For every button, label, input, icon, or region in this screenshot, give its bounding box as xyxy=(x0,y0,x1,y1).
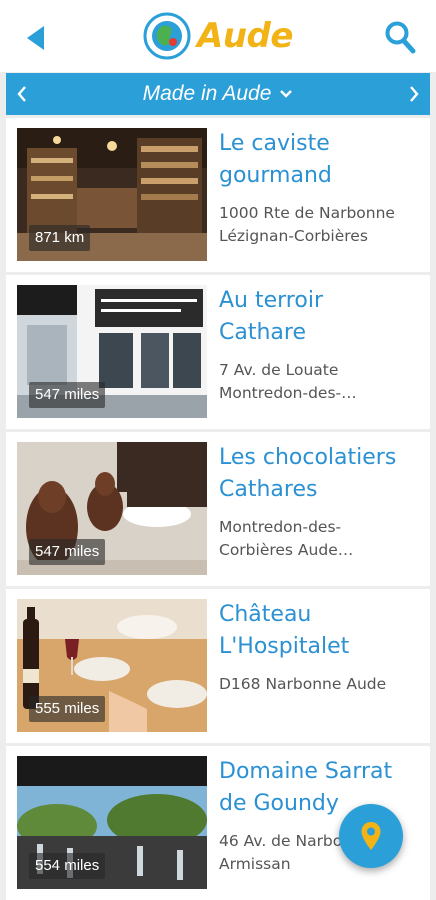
search-icon xyxy=(385,21,416,54)
place-title-line: Château xyxy=(219,602,312,627)
place-address-line: D168 Narbonne Aude xyxy=(219,675,387,693)
place-card[interactable]: 871 km Le caviste gourmand 1000 Rte de N… xyxy=(6,118,430,272)
search-button[interactable] xyxy=(384,20,416,54)
globe-logo-icon xyxy=(143,12,191,60)
category-label: Made in Aude xyxy=(142,82,272,105)
place-card[interactable]: 555 miles Château L'Hospitalet D168 Narb… xyxy=(6,589,430,743)
chevron-left-icon xyxy=(17,86,26,102)
place-address: D168 Narbonne Aude xyxy=(219,673,419,696)
category-bar: Made in Aude xyxy=(6,73,430,115)
place-title-line: gourmand xyxy=(219,163,332,188)
map-button[interactable] xyxy=(339,804,403,868)
place-title: Au terroir Cathare xyxy=(219,285,424,349)
distance-badge: 547 miles xyxy=(29,382,106,408)
place-address-line: 7 Av. de Louate xyxy=(219,361,339,379)
app-title: Aude xyxy=(197,16,293,56)
place-photo: 554 miles xyxy=(17,756,207,889)
prev-category-button[interactable] xyxy=(8,73,36,115)
place-title-line: L'Hospitalet xyxy=(219,634,350,659)
place-title: Château L'Hospitalet xyxy=(219,599,424,663)
place-photo: 547 miles xyxy=(17,442,207,575)
distance-badge: 547 miles xyxy=(29,539,106,565)
place-address-line: 1000 Rte de Narbonne xyxy=(219,204,395,222)
place-address-line: Montredon-des- xyxy=(219,518,342,536)
next-category-button[interactable] xyxy=(400,73,428,115)
back-arrow-icon xyxy=(27,26,44,50)
place-photo: 871 km xyxy=(17,128,207,261)
app-header: Aude xyxy=(0,0,436,72)
place-photo: 555 miles xyxy=(17,599,207,732)
place-title-line: Les chocolatiers xyxy=(219,445,397,470)
place-title-line: Domaine Sarrat xyxy=(219,759,393,784)
place-address: Montredon-des- Corbières Aude… xyxy=(219,516,419,562)
place-card[interactable]: 547 miles Au terroir Cathare 7 Av. de Lo… xyxy=(6,275,430,429)
chevron-down-icon xyxy=(280,90,293,98)
brand: Aude xyxy=(143,12,293,60)
places-list: 871 km Le caviste gourmand 1000 Rte de N… xyxy=(6,118,430,900)
place-address-line: Corbières Aude… xyxy=(219,541,354,559)
map-pin-icon xyxy=(361,822,381,850)
place-address-line: Lézignan-Corbières xyxy=(219,227,368,245)
place-title-line: Au terroir xyxy=(219,288,323,313)
place-address: 7 Av. de Louate Montredon-des-… xyxy=(219,359,419,405)
place-title: Domaine Sarrat de Goundy xyxy=(219,756,424,820)
place-title: Les chocolatiers Cathares xyxy=(219,442,424,506)
distance-badge: 554 miles xyxy=(29,853,106,879)
place-photo: 547 miles xyxy=(17,285,207,418)
place-card[interactable]: 547 miles Les chocolatiers Cathares Mont… xyxy=(6,432,430,586)
category-dropdown[interactable]: Made in Aude xyxy=(143,82,294,106)
distance-badge: 871 km xyxy=(29,225,91,251)
distance-badge: 555 miles xyxy=(29,696,106,722)
place-title: Le caviste gourmand xyxy=(219,128,424,192)
chevron-right-icon xyxy=(410,86,419,102)
place-address-line: Montredon-des-… xyxy=(219,384,357,402)
back-button[interactable] xyxy=(24,24,48,52)
place-address: 1000 Rte de Narbonne Lézignan-Corbières xyxy=(219,202,419,248)
place-title-line: Cathare xyxy=(219,320,306,345)
place-title-line: Cathares xyxy=(219,477,318,502)
place-title-line: Le caviste xyxy=(219,131,330,156)
